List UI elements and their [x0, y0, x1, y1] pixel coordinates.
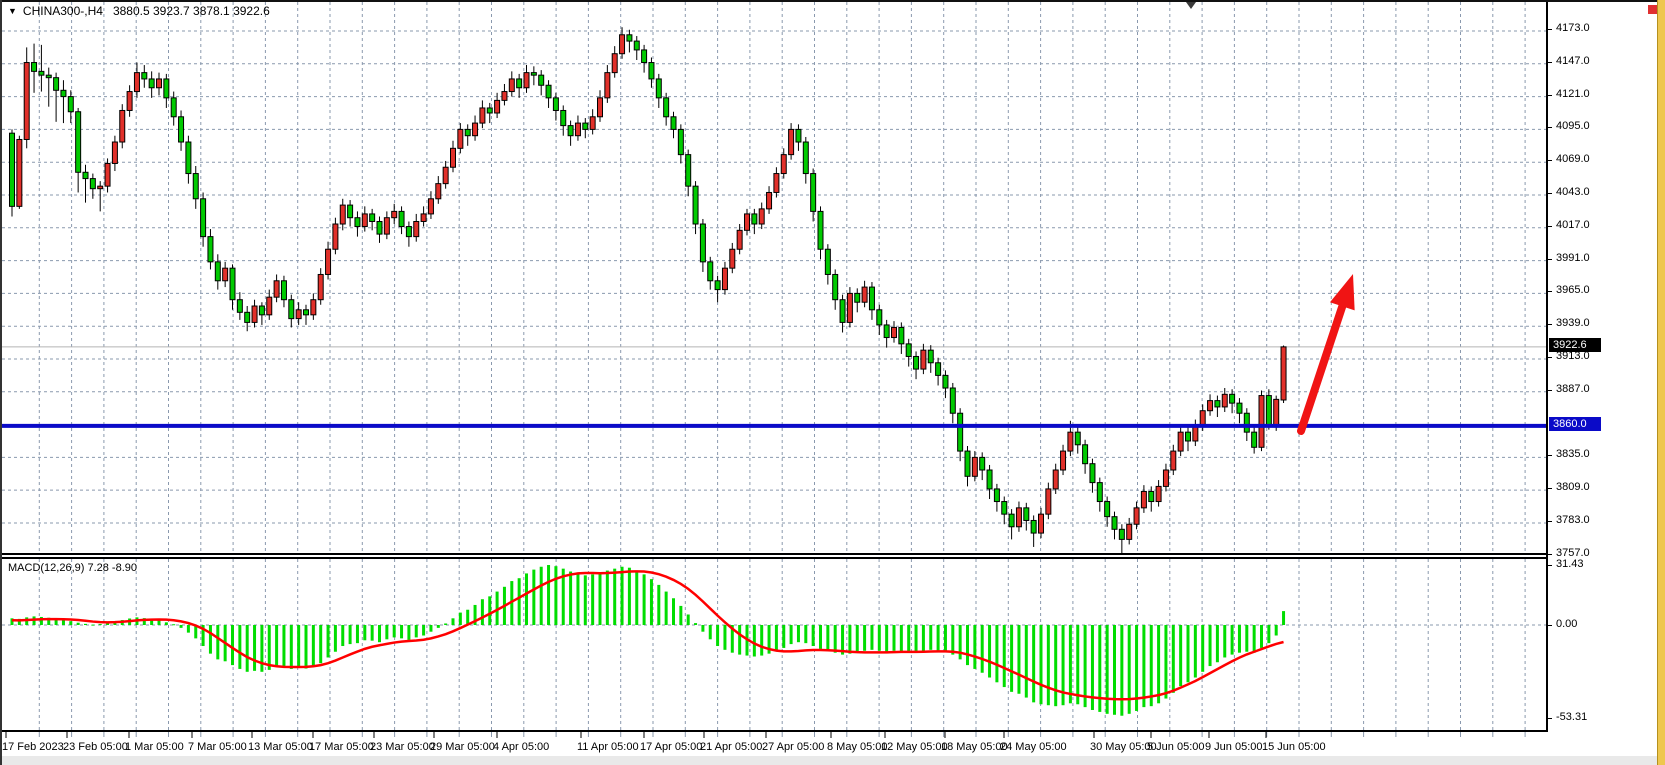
- chart-shift-marker-icon[interactable]: [1186, 2, 1196, 9]
- price-tick: [1548, 62, 1552, 63]
- time-axis-label: 7 Mar 05:00: [188, 741, 247, 753]
- window-corner-marker: [1648, 5, 1657, 14]
- chevron-down-icon[interactable]: ▼: [8, 6, 17, 16]
- time-axis-label: 5 Jun 05:00: [1147, 741, 1205, 753]
- price-axis-label: 4173.0: [1556, 22, 1590, 34]
- price-axis-label: 4043.0: [1556, 186, 1590, 198]
- macd-axis-label: 0.00: [1556, 618, 1577, 630]
- price-tick: [1548, 455, 1552, 456]
- time-axis-label: 27 Apr 05:00: [762, 741, 824, 753]
- macd-axis-label: -53.31: [1556, 711, 1587, 723]
- time-axis-label: 4 Apr 05:00: [493, 741, 549, 753]
- time-axis-label: 29 Mar 05:00: [430, 741, 495, 753]
- price-tick: [1548, 324, 1552, 325]
- price-tick: [1548, 390, 1552, 391]
- hline-price-tag: 3860.0: [1549, 417, 1601, 431]
- time-axis-label: 17 Mar 05:00: [309, 741, 374, 753]
- macd-axis-label: 31.43: [1556, 558, 1584, 570]
- time-axis-label: 11 Apr 05:00: [577, 741, 639, 753]
- time-axis-label: 17 Feb 2023: [2, 741, 64, 753]
- macd-chart[interactable]: [2, 559, 1546, 730]
- time-ticks: [0, 732, 1546, 740]
- price-axis-label: 3939.0: [1556, 317, 1590, 329]
- price-tick: [1548, 29, 1552, 30]
- price-tick: [1548, 521, 1552, 522]
- time-axis-label: 24 May 05:00: [1000, 741, 1067, 753]
- time-axis-label: 12 May 05:00: [881, 741, 948, 753]
- macd-panel[interactable]: [2, 559, 1546, 730]
- time-axis-label: 13 Mar 05:00: [248, 741, 313, 753]
- time-axis-label: 23 Mar 05:00: [370, 741, 435, 753]
- time-axis-label: 9 Jun 05:00: [1205, 741, 1263, 753]
- price-tick: [1548, 127, 1552, 128]
- bottom-edge-strip: [0, 756, 1665, 765]
- price-axis-label: 3783.0: [1556, 514, 1590, 526]
- macd-tick: [1548, 718, 1552, 719]
- price-tick: [1548, 160, 1552, 161]
- price-tick: [1548, 259, 1552, 260]
- price-axis-label: 4095.0: [1556, 120, 1590, 132]
- price-tick: [1548, 95, 1552, 96]
- price-tick: [1548, 226, 1552, 227]
- price-axis-label: 4121.0: [1556, 88, 1590, 100]
- current-price-tag: 3922.6: [1549, 338, 1601, 352]
- symbol-period-label: CHINA300-,H4: [23, 4, 103, 18]
- macd-indicator-label: MACD(12,26,9) 7.28 -8.90: [8, 562, 137, 574]
- chart-window: ▼ CHINA300-,H4 3880.5 3923.7 3878.1 3922.6…: [0, 0, 1665, 765]
- window-edge-strip: [1657, 0, 1665, 765]
- price-tick: [1548, 291, 1552, 292]
- price-axis-label: 4017.0: [1556, 219, 1590, 231]
- price-axis-label: 3965.0: [1556, 284, 1590, 296]
- price-axis-label: 3991.0: [1556, 252, 1590, 264]
- macd-tick: [1548, 625, 1552, 626]
- window-left-border: [0, 0, 2, 765]
- chart-title: ▼ CHINA300-,H4 3880.5 3923.7 3878.1 3922.6: [8, 4, 270, 18]
- price-axis[interactable]: 4173.0 4147.0 4121.0 4095.0 4069.0 4043.0 4017…: [1548, 0, 1657, 765]
- price-axis-label: 4147.0: [1556, 55, 1590, 67]
- price-axis-label: 4069.0: [1556, 153, 1590, 165]
- time-axis-label: 1 Mar 05:00: [125, 741, 184, 753]
- time-axis-label: 23 Feb 05:00: [63, 741, 128, 753]
- time-axis-label: 8 May 05:00: [827, 741, 888, 753]
- main-chart-panel[interactable]: [2, 2, 1546, 554]
- price-tick: [1548, 193, 1552, 194]
- time-axis-label: 21 Apr 05:00: [700, 741, 762, 753]
- price-axis-label: 3809.0: [1556, 481, 1590, 493]
- price-tick: [1548, 488, 1552, 489]
- candlestick-chart[interactable]: [2, 2, 1546, 554]
- time-axis-label: 15 Jun 05:00: [1262, 741, 1326, 753]
- price-tick: [1548, 554, 1552, 555]
- price-tick: [1548, 357, 1552, 358]
- window-top-border: [0, 0, 1657, 2]
- ohlc-values-label: 3880.5 3923.7 3878.1 3922.6: [113, 4, 270, 18]
- time-axis-label: 18 May 05:00: [941, 741, 1008, 753]
- price-axis-label: 3835.0: [1556, 448, 1590, 460]
- time-axis-label: 17 Apr 05:00: [640, 741, 702, 753]
- macd-tick: [1548, 565, 1552, 566]
- price-axis-label: 3887.0: [1556, 383, 1590, 395]
